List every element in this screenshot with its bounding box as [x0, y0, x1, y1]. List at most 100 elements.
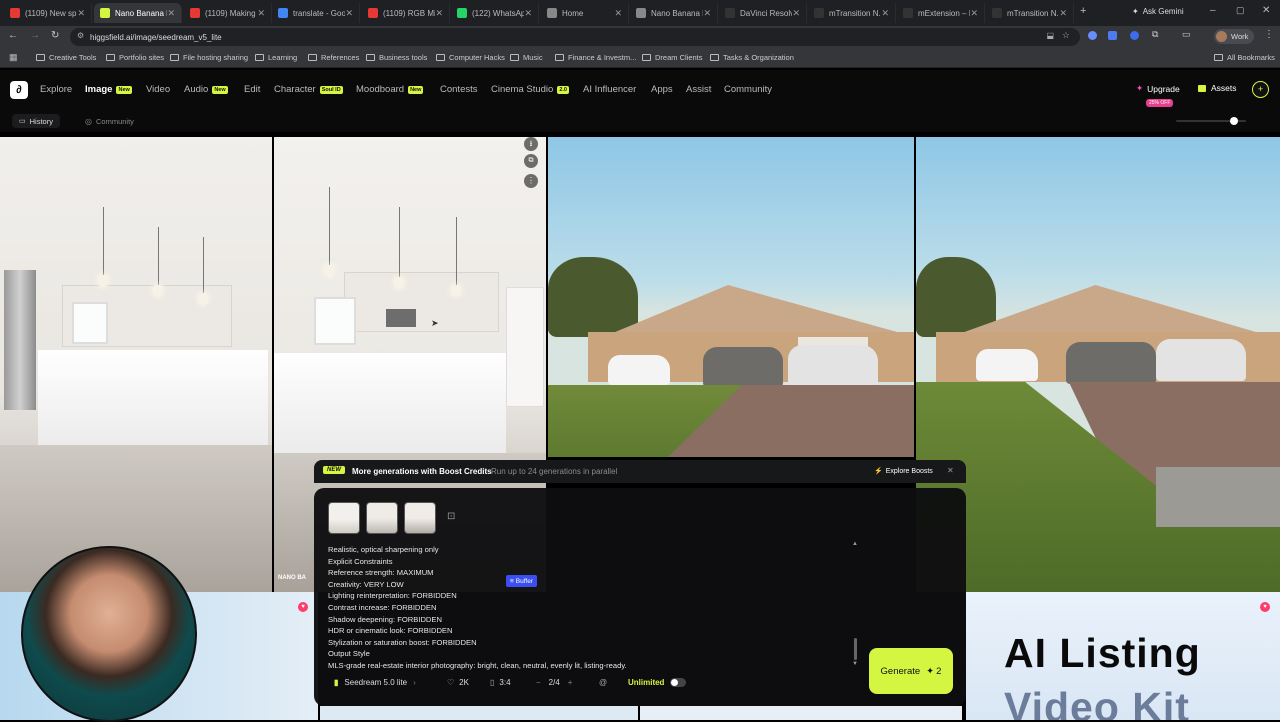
bookmark-folder[interactable]: Business tools	[366, 53, 427, 62]
bookmark-folder[interactable]: Computer Hacks	[436, 53, 505, 62]
ad-thumbnail-ai-listing[interactable]: AI Listing Video Kit ♥	[966, 592, 1280, 720]
nav-item-ai-influencer[interactable]: AI Influencer	[583, 84, 636, 95]
close-window-button[interactable]: ✕	[1262, 5, 1270, 16]
nav-item-moodboard[interactable]: Moodboard New	[356, 84, 424, 95]
nav-item-video[interactable]: Video	[146, 84, 170, 95]
browser-tab[interactable]: mTransition N... ✕	[808, 3, 896, 23]
upgrade-button[interactable]: ✦ Upgrade	[1136, 83, 1180, 94]
bookmark-folder[interactable]: Portfolio sites	[106, 53, 164, 62]
close-tab-icon[interactable]: ✕	[524, 8, 532, 19]
model-selector[interactable]: ▮ Seedream 5.0 lite ›	[334, 678, 416, 687]
reference-image-thumb[interactable]	[366, 502, 398, 534]
account-avatar[interactable]: +	[1252, 81, 1269, 98]
ask-gemini-button[interactable]: ✦ Ask Gemini	[1132, 7, 1184, 16]
extension-icon[interactable]	[1088, 31, 1097, 40]
explore-boosts-button[interactable]: ⚡ Explore Boosts	[874, 467, 933, 476]
bookmark-folder[interactable]: Learning	[255, 53, 297, 62]
close-tab-icon[interactable]: ✕	[435, 8, 443, 19]
scroll-up-icon[interactable]: ▲	[852, 541, 858, 547]
close-banner-icon[interactable]: ✕	[947, 466, 954, 475]
nav-item-edit[interactable]: Edit	[244, 84, 260, 95]
address-bar[interactable]: ⚙ higgsfield.ai/image/seedream_v5_lite ⬓…	[70, 28, 1080, 46]
close-tab-icon[interactable]: ✕	[257, 8, 265, 19]
generated-image-house-2[interactable]	[916, 137, 1280, 592]
browser-tab[interactable]: mTransition N... ✕	[986, 3, 1074, 23]
bookmark-folder[interactable]: File hosting sharing	[170, 53, 248, 62]
nav-item-apps[interactable]: Apps	[651, 84, 673, 95]
generate-button[interactable]: Generate ✦ 2	[869, 648, 953, 694]
video-thumbnail-kit-2[interactable]	[640, 706, 962, 720]
browser-tab[interactable]: translate - Goo...✕	[272, 3, 360, 23]
reload-button[interactable]: ↻	[51, 30, 59, 41]
image-count-stepper[interactable]: − 2/4 +	[536, 678, 572, 687]
bookmark-star-icon[interactable]: ☆	[1062, 30, 1070, 41]
install-icon[interactable]: ⬓	[1046, 31, 1054, 40]
browser-tab[interactable]: Home ✕	[541, 3, 629, 23]
maximize-window-button[interactable]: ▢	[1236, 5, 1245, 16]
generated-image-house-1[interactable]	[548, 137, 914, 457]
profile-button[interactable]: Work	[1214, 29, 1255, 44]
aspect-ratio-selector[interactable]: ▯ 3:4	[490, 678, 511, 687]
history-tab[interactable]: ▭ History	[12, 114, 60, 128]
close-tab-icon[interactable]: ✕	[1059, 8, 1067, 19]
nav-item-explore[interactable]: Explore	[40, 84, 72, 95]
zoom-slider-handle[interactable]	[1230, 117, 1238, 125]
nav-item-character[interactable]: Character Soul ID	[274, 84, 343, 95]
decrement-button[interactable]: −	[536, 678, 541, 687]
more-options-icon[interactable]: ⋮	[524, 174, 538, 188]
close-tab-icon[interactable]: ✕	[970, 8, 978, 19]
prompt-scrollbar[interactable]	[854, 638, 857, 660]
favorite-heart-icon[interactable]: ♥	[1260, 602, 1270, 612]
extension-icon[interactable]	[1130, 31, 1139, 40]
nav-item-image[interactable]: Image New	[85, 84, 132, 95]
apps-grid-icon[interactable]: ▦	[9, 52, 18, 63]
browser-tab[interactable]: (122) WhatsAp...✕	[451, 3, 539, 23]
bookmark-folder[interactable]: Dream Clients	[642, 53, 703, 62]
extension-icon[interactable]	[1108, 31, 1117, 40]
close-tab-icon[interactable]: ✕	[792, 8, 800, 19]
nav-item-community[interactable]: Community	[724, 84, 772, 95]
puzzle-extensions-icon[interactable]: ⧉	[1152, 29, 1158, 40]
close-tab-icon[interactable]: ✕	[703, 8, 711, 19]
community-tab[interactable]: ◎ Community	[80, 114, 139, 128]
browser-tab[interactable]: mExtension – I...✕	[897, 3, 985, 23]
browser-tab[interactable]: (1109) New sp... ✕	[4, 3, 92, 23]
nav-item-audio[interactable]: Audio New	[184, 84, 228, 95]
bookmark-folder[interactable]: Music	[510, 53, 543, 62]
bookmark-folder[interactable]: References	[308, 53, 359, 62]
mention-button[interactable]: @	[599, 678, 607, 687]
browser-tab[interactable]: (1109) Making ...✕	[184, 3, 272, 23]
back-button[interactable]: ←	[8, 30, 18, 41]
increment-button[interactable]: +	[568, 678, 573, 687]
assets-button[interactable]: Assets	[1198, 83, 1237, 93]
quality-selector[interactable]: ♡ 2K	[447, 678, 469, 687]
close-tab-icon[interactable]: ✕	[881, 8, 889, 19]
browser-tab[interactable]: DaVinci Resolv...✕	[719, 3, 807, 23]
browser-menu-icon[interactable]: ⋮	[1264, 29, 1274, 40]
buffer-tag[interactable]: ≡ Buffer	[506, 575, 538, 587]
video-thumbnail-kit[interactable]	[320, 706, 638, 720]
close-tab-icon[interactable]: ✕	[345, 8, 353, 19]
download-icon[interactable]: ⭳	[524, 137, 538, 151]
higgsfield-logo[interactable]: ∂	[10, 81, 28, 99]
all-bookmarks-button[interactable]: All Bookmarks	[1214, 53, 1275, 62]
bookmark-folder[interactable]: Creative Tools	[36, 53, 96, 62]
forward-button[interactable]: →	[30, 30, 40, 41]
nav-item-cinema-studio[interactable]: Cinema Studio 2.0	[491, 84, 569, 95]
copy-icon[interactable]: ⧉	[524, 154, 538, 168]
reference-image-thumb[interactable]	[404, 502, 436, 534]
unlimited-toggle[interactable]	[670, 678, 687, 687]
close-tab-icon[interactable]: ✕	[77, 8, 85, 19]
add-image-icon[interactable]: ⊡	[447, 511, 455, 522]
browser-tab[interactable]: Nano Banana P...✕	[630, 3, 718, 23]
new-tab-button[interactable]: +	[1080, 5, 1086, 17]
close-tab-icon[interactable]: ✕	[614, 8, 622, 19]
bookmark-folder[interactable]: Finance & Investm...	[555, 53, 636, 62]
minimize-window-button[interactable]: –	[1210, 5, 1216, 16]
side-panel-icon[interactable]: ▭	[1182, 29, 1191, 40]
scroll-down-icon[interactable]: ▼	[852, 661, 858, 667]
generated-image-kitchen-1[interactable]	[0, 137, 272, 592]
bookmark-folder[interactable]: Tasks & Organization	[710, 53, 794, 62]
reference-image-thumb[interactable]	[328, 502, 360, 534]
browser-tab[interactable]: (1109) RGB Mi...✕	[362, 3, 450, 23]
